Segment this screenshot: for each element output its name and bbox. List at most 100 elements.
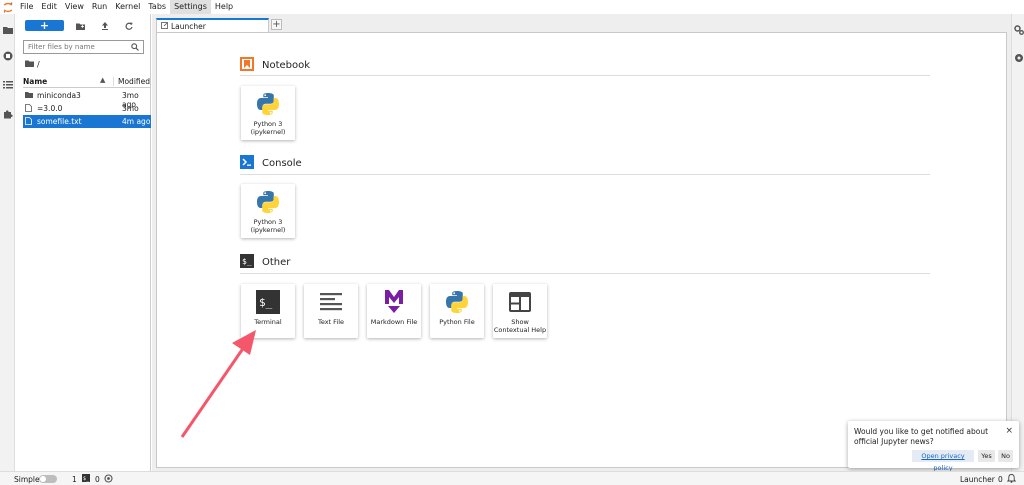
file-listing-header: Name ▲ Modified [23,74,151,88]
section-title: Notebook [262,59,311,71]
kernel-count[interactable]: 1 [72,475,77,484]
home-folder-icon[interactable] [25,60,34,69]
file-row[interactable]: somefile.txt 4m ago [23,115,151,128]
refresh-icon[interactable] [124,21,134,31]
menu-tabs[interactable]: Tabs [144,0,170,14]
folder-icon [25,91,33,100]
tab-launcher[interactable]: Launcher [156,18,269,32]
property-inspector-icon[interactable] [1013,24,1024,35]
section-title: Other [262,256,291,268]
launcher-card-text-file[interactable]: Text File [304,284,358,338]
launcher-panel: Notebook Python 3 (ipykernel) Console Py… [156,32,1007,468]
text-file-icon [317,288,345,316]
bell-icon[interactable] [1006,474,1017,485]
notebook-icon [240,57,254,73]
menu-settings[interactable]: Settings [170,0,211,14]
terminal-count[interactable]: 0 [95,475,100,484]
file-browser: + / Name ▲ Modified miniconda3 3mo ago [15,14,151,471]
right-sidebar-tabs [1011,14,1024,471]
simple-mode-label: Simple [14,475,40,484]
contextual-help-icon [506,288,534,316]
folder-icon[interactable] [2,24,13,35]
python-icon [254,188,282,216]
new-launcher-button[interactable]: + [25,20,64,31]
card-label: Python File [439,318,475,326]
file-browser-toolbar: + [15,18,151,32]
section-divider [240,75,930,76]
notification-toast: Would you like to get notified about off… [848,421,1019,472]
menu-file[interactable]: File [16,0,37,14]
launcher-card-notebook-python3[interactable]: Python 3 (ipykernel) [241,86,295,140]
notification-count[interactable]: 0 [998,475,1003,484]
launcher-card-markdown-file[interactable]: Markdown File [367,284,421,338]
menu-run[interactable]: Run [88,0,111,14]
tab-bar: Launcher + [152,16,1011,32]
svg-text:$_: $_ [242,257,252,266]
menu-view[interactable]: View [61,0,88,14]
card-label: Show Contextual Help [493,318,547,334]
menu-help[interactable]: Help [211,0,237,14]
file-name: somefile.txt [37,117,82,126]
debugger-icon[interactable] [1013,52,1024,63]
section-console: Console [240,155,302,171]
breadcrumb: / [25,60,40,69]
terminal-status-icon: $_ [82,474,90,484]
add-tab-button[interactable]: + [271,19,282,30]
section-title: Console [262,157,302,169]
card-label: Python 3 (ipykernel) [250,218,286,234]
python-icon [443,288,471,316]
column-modified-header[interactable]: Modified [113,77,150,86]
file-row[interactable]: miniconda3 3mo ago [23,89,151,109]
svg-text:$_: $_ [83,476,90,482]
current-activity-label: Launcher [960,475,995,484]
launcher-card-contextual-help[interactable]: Show Contextual Help [493,284,547,338]
section-divider [240,174,930,175]
launcher-card-python-file[interactable]: Python File [430,284,484,338]
svg-text:$_: $_ [259,296,273,309]
card-label: Python 3 (ipykernel) [250,120,286,136]
status-bar: Simple 1 $_ 0 Launcher 0 [0,471,1024,485]
file-name: miniconda3 [37,91,81,100]
section-other: $_ Other [240,254,290,270]
breadcrumb-root[interactable]: / [37,60,40,69]
file-modified: 4m ago [122,117,151,126]
new-folder-icon[interactable] [75,21,85,31]
file-name: =3.0.0 [37,104,63,113]
section-divider [240,273,930,274]
other-icon: $_ [240,254,254,270]
launcher-tab-icon [161,21,168,31]
python-icon [254,90,282,118]
console-icon [240,155,254,171]
no-button[interactable]: No [998,450,1013,462]
jupyter-logo-icon [0,0,16,14]
extensions-icon[interactable] [2,108,13,119]
filter-files-input[interactable] [24,41,124,53]
running-sessions-icon[interactable] [2,50,13,61]
file-filter [23,40,144,54]
open-privacy-policy-button[interactable]: Open privacy policy [912,450,974,472]
file-icon [25,117,32,127]
table-of-contents-icon[interactable] [2,79,13,90]
close-icon[interactable]: × [1005,426,1013,436]
sort-ascending-icon: ▲ [100,76,106,84]
simple-mode-toggle[interactable] [39,475,57,483]
menu-edit[interactable]: Edit [37,0,61,14]
tab-label: Launcher [171,21,206,31]
card-label: Text File [317,318,345,326]
markdown-icon [380,288,408,316]
main-dock-area: Launcher + Notebook Python 3 (ipykernel)… [152,14,1011,471]
terminal-icon: $_ [254,288,282,316]
annotation-arrow-icon [180,330,256,438]
launcher-card-console-python3[interactable]: Python 3 (ipykernel) [241,184,295,238]
column-name-header[interactable]: Name [23,77,47,86]
upload-icon[interactable] [100,21,110,31]
menu-bar: File Edit View Run Kernel Tabs Settings … [0,0,1024,14]
search-icon [131,43,139,53]
section-notebook: Notebook [240,57,310,73]
menu-kernel[interactable]: Kernel [111,0,144,14]
file-row[interactable]: =3.0.0 3mo ago [23,102,151,122]
yes-button[interactable]: Yes [978,450,995,462]
card-label: Markdown File [370,318,418,326]
notification-message: Would you like to get notified about off… [854,427,989,446]
left-sidebar-tabs [0,14,15,471]
